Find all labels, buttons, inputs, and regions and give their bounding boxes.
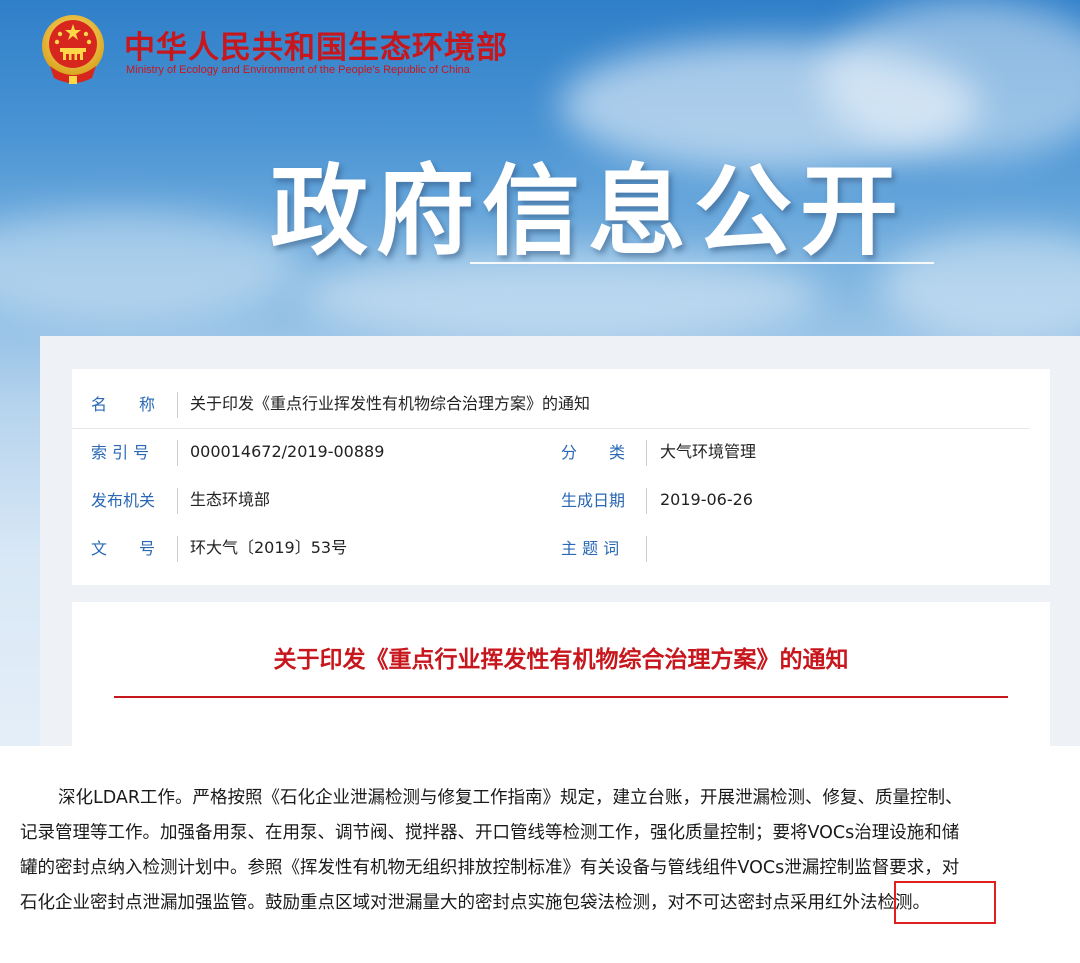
hero-underline [470, 262, 934, 264]
meta-divider [646, 440, 647, 466]
meta-row-index: 索 引 号 000014672/2019-00889 分 类 大气环境管理 [72, 429, 1050, 477]
meta-row-name: 名 称 关于印发《重点行业挥发性有机物综合治理方案》的通知 [72, 381, 1030, 429]
meta-row-issuer: 发布机关 生态环境部 生成日期 2019-06-26 [72, 477, 1050, 525]
hero-title: 政府信息公开 [270, 155, 907, 269]
meta-divider [646, 488, 647, 514]
meta-value-index: 000014672/2019-00889 [190, 442, 385, 461]
highlight-annotation-box [894, 881, 996, 924]
cloud-decoration [880, 230, 1080, 340]
meta-value-date: 2019-06-26 [660, 490, 753, 509]
site-title[interactable]: 中华人民共和国生态环境部 [124, 22, 508, 67]
meta-label-category: 分 类 [561, 443, 626, 462]
document-title: 关于印发《重点行业挥发性有机物综合治理方案》的通知 [273, 647, 849, 673]
meta-value-docno: 环大气〔2019〕53号 [190, 538, 348, 557]
meta-label-keywords: 主 题 词 [561, 539, 620, 558]
excerpt-line: 深化LDAR工作。严格按照《石化企业泄漏检测与修复工作指南》规定，建立台账，开展… [58, 788, 963, 808]
site-title-english[interactable]: Ministry of Ecology and Environment of t… [126, 64, 470, 76]
meta-divider [177, 440, 178, 466]
meta-label-date: 生成日期 [561, 491, 626, 510]
meta-label-name: 名 称 [91, 395, 156, 414]
document-body: 关于印发《重点行业挥发性有机物综合治理方案》的通知 [72, 602, 1050, 746]
meta-divider [646, 536, 647, 562]
meta-label-docno: 文 号 [91, 539, 156, 558]
document-metadata-table: 名 称 关于印发《重点行业挥发性有机物综合治理方案》的通知 索 引 号 0000… [72, 369, 1050, 585]
meta-divider [177, 392, 178, 418]
meta-label-issuer: 发布机关 [91, 491, 156, 510]
cloud-decoration [0, 210, 300, 320]
meta-value-category: 大气环境管理 [660, 442, 757, 461]
meta-label-index: 索 引 号 [91, 443, 150, 462]
meta-divider [177, 488, 178, 514]
meta-value-issuer: 生态环境部 [190, 490, 271, 509]
excerpt-line: 记录管理等工作。加强备用泵、在用泵、调节阀、搅拌器、开口管线等检测工作，强化质量… [20, 823, 960, 843]
meta-value-name: 关于印发《重点行业挥发性有机物综合治理方案》的通知 [190, 394, 591, 413]
title-divider [114, 696, 1008, 698]
national-emblem-icon[interactable] [40, 14, 106, 86]
meta-divider [177, 536, 178, 562]
meta-row-docno: 文 号 环大气〔2019〕53号 主 题 词 [72, 525, 1050, 573]
